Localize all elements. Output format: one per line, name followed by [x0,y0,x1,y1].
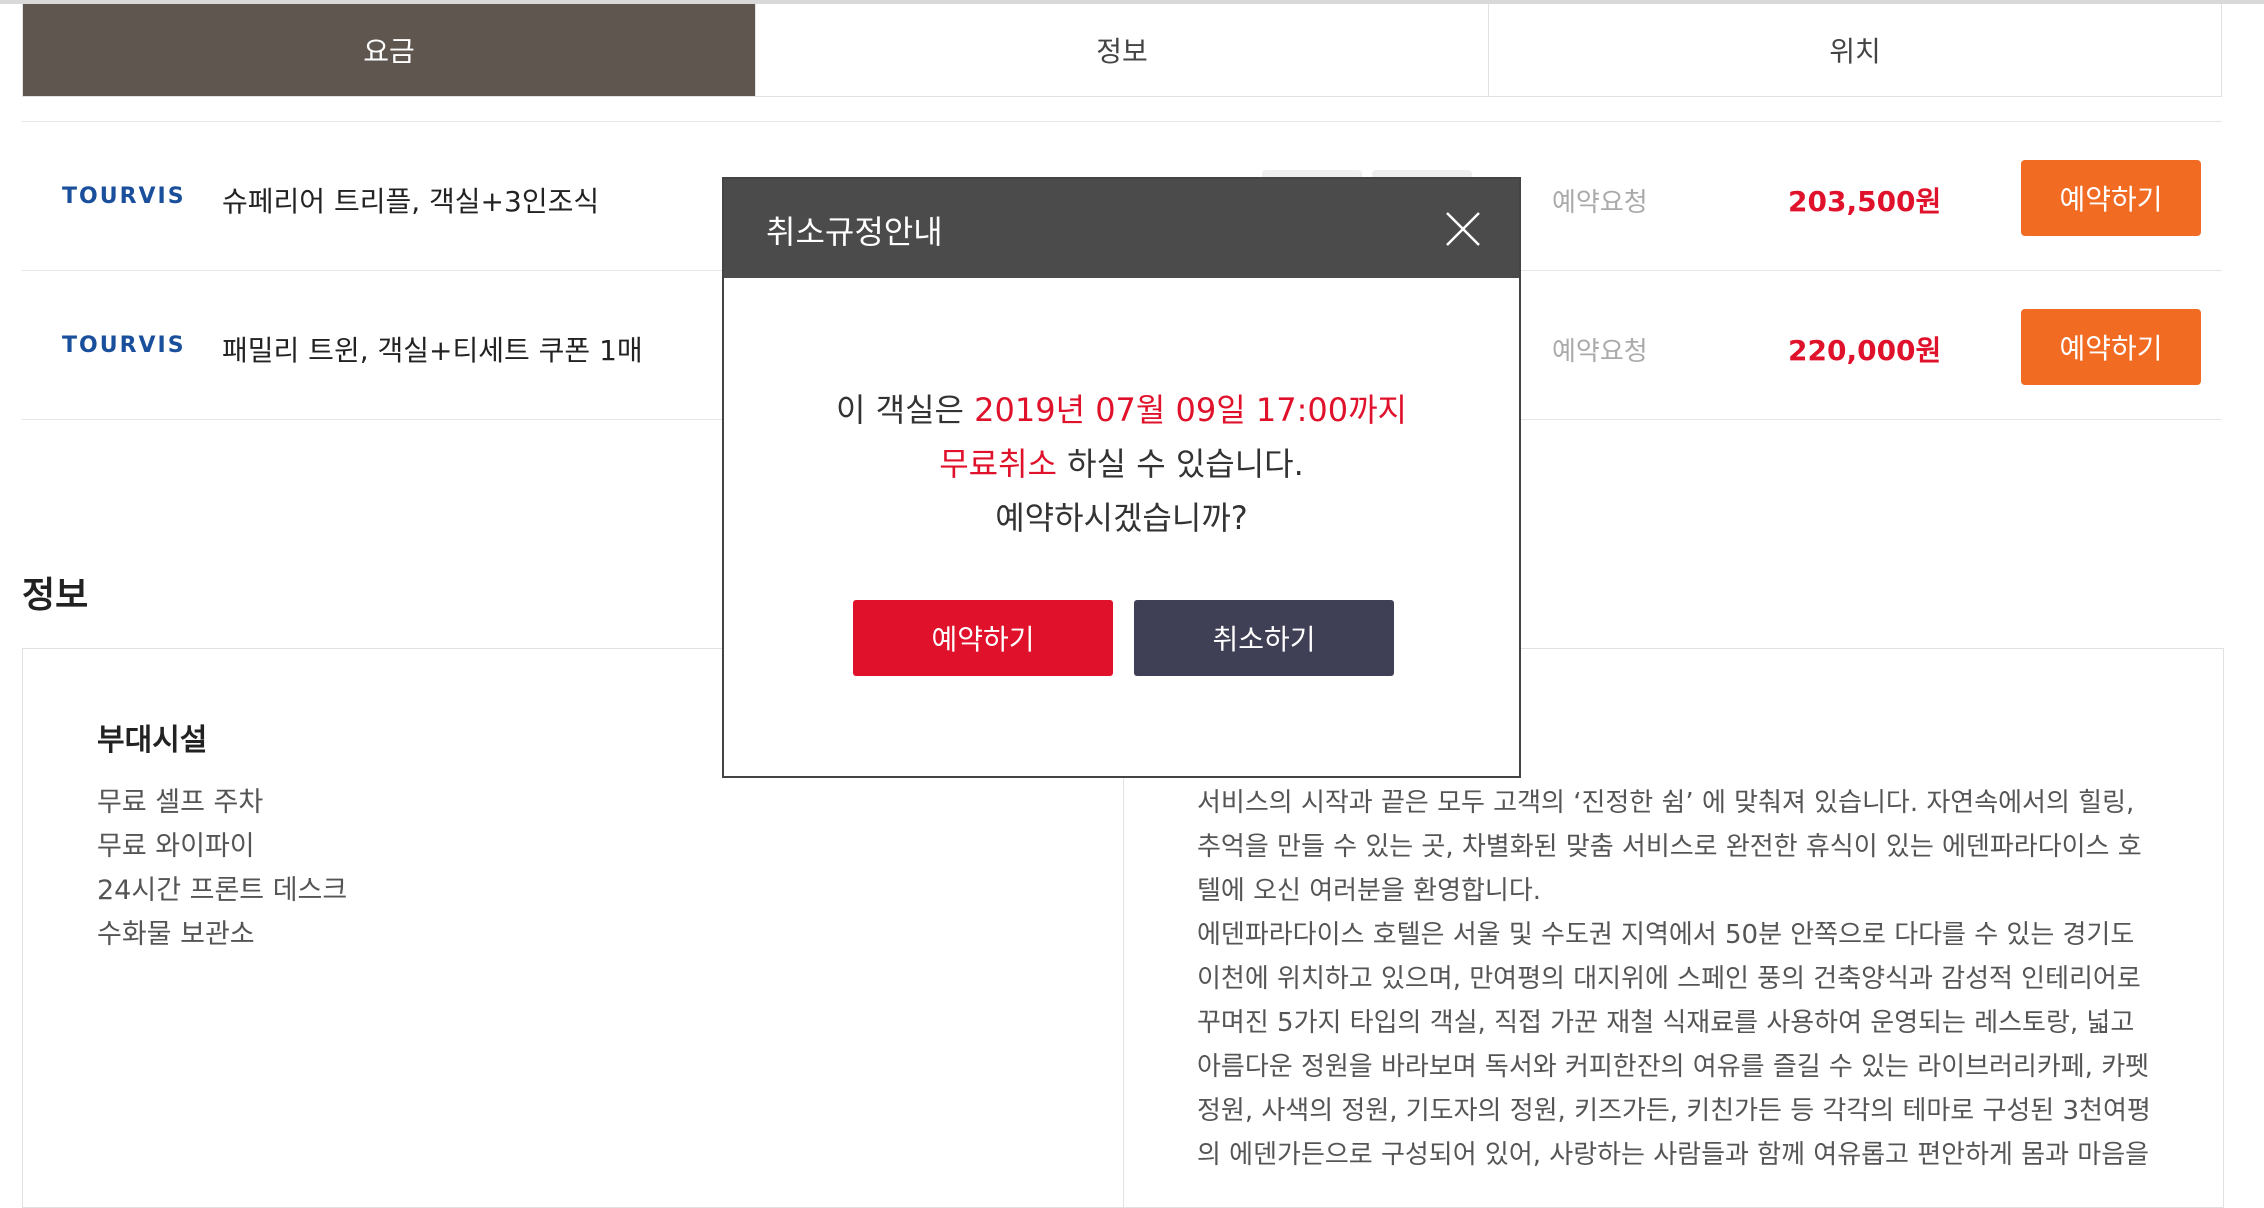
modal-header: 취소규정안내 [724,179,1519,278]
booking-status: 예약요청 [1552,188,1648,218]
description-line: 추억을 만들 수 있는 곳, 차별화된 맞춤 서비스로 완전한 휴식이 있는 에… [1197,832,2142,862]
provider-logo: TOURVIS [62,184,186,209]
description-line: 아름다운 정원을 바라보며 독서와 커피한잔의 여유를 즐길 수 있는 라이브러… [1197,1052,2150,1082]
message-line-2: 무료취소 하실 수 있습니다. [724,437,1519,491]
provider-logo: TOURVIS [62,333,186,358]
facilities-list: 무료 셀프 주차 무료 와이파이 24시간 프론트 데스크 수화물 보관소 [97,781,347,957]
description-line: 텔에 오신 여러분을 환영합니다. [1197,876,1542,906]
room-price: 220,000원 [1788,334,1942,367]
modal-title: 취소규정안내 [766,213,943,251]
book-button[interactable]: 예약하기 [2021,160,2201,236]
tab-info[interactable]: 정보 [755,4,1488,96]
booking-status: 예약요청 [1552,337,1648,367]
free-cancel-label: 무료취소 [939,445,1057,483]
hotel-description: 서비스의 시작과 끝은 모두 고객의 ‘진정한 쉼’ 에 맞춰져 있습니다. 자… [1197,781,2157,1177]
close-icon [1446,212,1480,246]
description-line: 의 에덴가든으로 구성되어 있어, 사랑하는 사람들과 함께 여유롭고 편안하게… [1197,1140,2150,1170]
room-name: 패밀리 트윈, 객실+티세트 쿠폰 1매 [222,334,643,367]
book-button[interactable]: 예약하기 [2021,309,2201,385]
facility-item: 수화물 보관소 [97,919,255,950]
room-price: 203,500원 [1788,185,1942,218]
message-prefix: 이 객실은 [836,391,975,429]
facility-item: 무료 셀프 주차 [97,787,264,818]
description-line: 서비스의 시작과 끝은 모두 고객의 ‘진정한 쉼’ 에 맞춰져 있습니다. 자… [1197,788,2135,818]
message-line-1: 이 객실은 2019년 07월 09일 17:00까지 [724,383,1519,437]
room-name: 슈페리어 트리플, 객실+3인조식 [222,185,600,218]
facility-item: 무료 와이파이 [97,831,255,862]
message-line-3: 예약하시겠습니까? [995,499,1248,537]
description-line: 이천에 위치하고 있으며, 만여평의 대지위에 스페인 풍의 건축양식과 감성적… [1197,964,2141,994]
facility-item: 24시간 프론트 데스크 [97,875,348,906]
description-line: 정원, 사색의 정원, 기도자의 정원, 키즈가든, 키친가든 등 각각의 테마… [1197,1096,2151,1126]
section-title-info: 정보 [22,575,89,616]
confirm-booking-button[interactable]: 예약하기 [853,600,1113,676]
description-line: 꾸며진 5가지 타입의 객실, 직접 가꾼 재철 식재료를 사용하여 운영되는 … [1197,1008,2135,1038]
message-rest: 하실 수 있습니다. [1056,445,1304,483]
modal-message: 이 객실은 2019년 07월 09일 17:00까지 무료취소 하실 수 있습… [724,383,1519,545]
tab-rates[interactable]: 요금 [23,4,755,96]
description-line: 에덴파라다이스 호텔은 서울 및 수도권 지역에서 50분 안쪽으로 다다를 수… [1197,920,2135,950]
tab-location[interactable]: 위치 [1488,4,2221,96]
cancellation-policy-modal: 취소규정안내 이 객실은 2019년 07월 09일 17:00까지 무료취소 … [722,177,1521,778]
close-button[interactable] [1443,209,1483,249]
free-cancel-deadline: 2019년 07월 09일 17:00까지 [974,391,1407,429]
facilities-title: 부대시설 [97,723,208,758]
cancel-button[interactable]: 취소하기 [1134,600,1394,676]
tab-bar: 요금 정보 위치 [22,4,2222,97]
